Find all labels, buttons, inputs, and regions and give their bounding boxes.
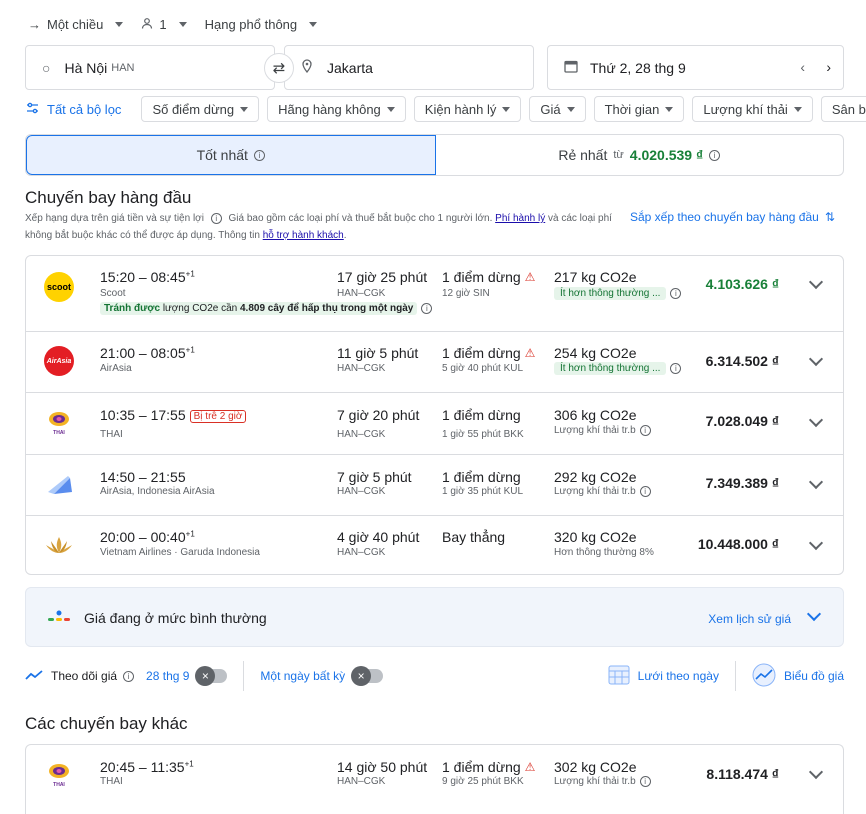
info-icon[interactable]: i xyxy=(670,363,682,374)
caret-icon xyxy=(309,21,318,27)
filter-stops[interactable]: Số điểm dừng xyxy=(141,96,260,122)
flight-row[interactable]: THAI 20:45 – 11:35+1 THAI 14 giờ 50 phút… xyxy=(26,745,843,807)
date-grid-icon[interactable] xyxy=(608,664,630,689)
info-icon[interactable]: i xyxy=(421,303,433,314)
filter-bags[interactable]: Kiện hành lý xyxy=(413,96,522,122)
price-insight-banner[interactable]: Giá đang ở mức bình thường Xem lịch sử g… xyxy=(25,587,844,647)
caret-icon xyxy=(793,106,802,112)
date-field[interactable]: Thứ 2, 28 thg 9 ‹ › xyxy=(547,45,844,90)
emissions-savings: Tránh được lượng CO2e cần 4.809 cây để h… xyxy=(100,302,433,315)
caret-icon xyxy=(178,21,187,27)
calendar-icon xyxy=(564,59,578,76)
location-pin-icon xyxy=(301,59,313,76)
vietnam-airlines-logo xyxy=(44,530,74,560)
destination-field[interactable]: Jakarta xyxy=(284,45,534,90)
ranking-note: Xếp hạng dựa trên giá tiền và sự tiện lợ… xyxy=(25,213,612,241)
cabin-select[interactable]: Hạng phổ thông xyxy=(205,17,318,32)
trip-type-select[interactable]: → Một chiều xyxy=(28,16,124,32)
expand-chevron-icon[interactable] xyxy=(808,412,824,428)
expand-chevron-icon[interactable] xyxy=(808,274,824,290)
date-grid-button[interactable]: Lưới theo ngày xyxy=(638,669,719,683)
expand-chevron-icon[interactable] xyxy=(808,764,824,780)
filter-bar: Tất cả bộ lọc Số điểm dừng Hãng hàng khô… xyxy=(26,96,866,122)
delay-badge: Bị trễ 2 giờ xyxy=(189,409,247,423)
trip-options: → Một chiều 1 Hạng phổ thông xyxy=(28,12,318,36)
airasia-indonesia-logo xyxy=(44,469,74,499)
close-icon: × xyxy=(195,666,216,686)
caret-icon xyxy=(566,106,575,112)
info-icon[interactable]: i xyxy=(210,213,222,224)
arrow-right-icon: → xyxy=(28,16,41,32)
flight-row[interactable]: scoot 15:20 – 08:45+1 Scoot 17 giờ 25 ph… xyxy=(26,256,843,332)
price-tracking-row: Theo dõi giá i 28 thg 9 × Một ngày bất k… xyxy=(25,661,844,691)
filter-airports[interactable]: Sân bay n xyxy=(820,96,866,122)
close-icon: × xyxy=(351,666,372,686)
prev-date-icon[interactable]: ‹ xyxy=(800,59,805,75)
origin-field[interactable]: ○ Hà Nội HAN xyxy=(25,45,275,90)
scoot-logo: scoot xyxy=(44,272,74,302)
filter-times[interactable]: Thời gian xyxy=(593,96,685,122)
swap-button[interactable]: ⇄ xyxy=(264,53,294,83)
flight-row[interactable]: AirAsia 21:00 – 08:05+1 AirAsia 11 giờ 5… xyxy=(26,332,843,393)
expand-chevron-icon[interactable] xyxy=(808,474,824,490)
tab-cheapest[interactable]: Rẻ nhất từ 4.020.539 ₫ i xyxy=(436,135,844,175)
filter-price[interactable]: Giá xyxy=(529,96,586,122)
filter-emissions[interactable]: Lượng khí thải xyxy=(692,96,813,122)
passenger-select[interactable]: 1 xyxy=(141,17,187,32)
info-icon[interactable]: i xyxy=(709,149,721,161)
expand-chevron-icon[interactable] xyxy=(808,351,824,367)
caret-icon xyxy=(115,21,124,27)
svg-text:THAI: THAI xyxy=(53,430,65,436)
circle-icon: ○ xyxy=(42,59,51,76)
info-icon[interactable]: i xyxy=(123,670,135,682)
info-icon[interactable]: i xyxy=(639,425,651,436)
flight-row[interactable]: 14:50 – 21:55 AirAsia, Indonesia AirAsia… xyxy=(26,455,843,516)
other-flights-heading: Các chuyến bay khác xyxy=(25,714,188,733)
price-graph-icon[interactable] xyxy=(752,663,776,690)
info-icon[interactable]: i xyxy=(639,486,651,497)
trend-icon xyxy=(25,669,43,684)
track-date-toggle[interactable]: × xyxy=(195,666,228,686)
other-flights-list: THAI 20:45 – 11:35+1 THAI 14 giờ 50 phút… xyxy=(25,744,844,814)
sort-by-button[interactable]: Sắp xếp theo chuyến bay hàng đầu ⇅ xyxy=(630,210,835,224)
thai-logo: THAI xyxy=(44,407,74,437)
sort-tabs: Tốt nhất i Rẻ nhất từ 4.020.539 ₫ i xyxy=(25,134,844,176)
expand-chevron-icon[interactable] xyxy=(808,535,824,551)
baggage-fee-link[interactable]: Phí hành lý xyxy=(495,213,545,224)
person-icon xyxy=(141,17,153,32)
tab-best[interactable]: Tốt nhất i xyxy=(26,135,436,175)
price-graph-button[interactable]: Biểu đồ giá xyxy=(784,669,844,683)
sort-icon: ⇅ xyxy=(824,210,835,224)
caret-icon xyxy=(386,106,395,112)
top-flights-heading: Chuyến bay hàng đầu xyxy=(25,188,192,207)
flight-row[interactable]: THAI 10:35 – 17:55 Bị trễ 2 giờ THAI 7 gi… xyxy=(26,393,843,455)
top-flights-list: scoot 15:20 – 08:45+1 Scoot 17 giờ 25 ph… xyxy=(25,255,844,575)
caret-icon xyxy=(240,106,249,112)
thai-logo: THAI xyxy=(44,759,74,789)
price-level-icon xyxy=(48,610,70,621)
filter-airlines[interactable]: Hãng hàng không xyxy=(267,96,406,122)
swap-icon: ⇄ xyxy=(272,60,286,77)
svg-text:THAI: THAI xyxy=(53,782,65,788)
all-filters-button[interactable]: Tất cả bộ lọc xyxy=(26,102,121,117)
flight-row[interactable]: 20:00 – 00:40+1 Vietnam Airlines · Garud… xyxy=(26,516,843,574)
caret-icon xyxy=(502,106,511,112)
expand-chevron-icon[interactable] xyxy=(806,606,822,622)
airasia-logo: AirAsia xyxy=(44,346,74,376)
info-icon[interactable]: i xyxy=(253,149,265,161)
warning-icon: ⚠ xyxy=(524,270,536,284)
sliders-icon xyxy=(26,102,39,117)
price-history-link[interactable]: Xem lịch sử giá xyxy=(708,612,791,626)
warning-icon: ⚠ xyxy=(524,760,536,774)
info-icon[interactable]: i xyxy=(639,776,651,787)
caret-icon xyxy=(665,106,674,112)
track-any-date-toggle[interactable]: × xyxy=(351,666,384,686)
next-date-icon[interactable]: › xyxy=(826,59,831,75)
info-icon[interactable]: i xyxy=(670,288,682,299)
warning-icon: ⚠ xyxy=(524,346,536,360)
passenger-assistance-link[interactable]: hỗ trợ hành khách xyxy=(263,230,344,241)
